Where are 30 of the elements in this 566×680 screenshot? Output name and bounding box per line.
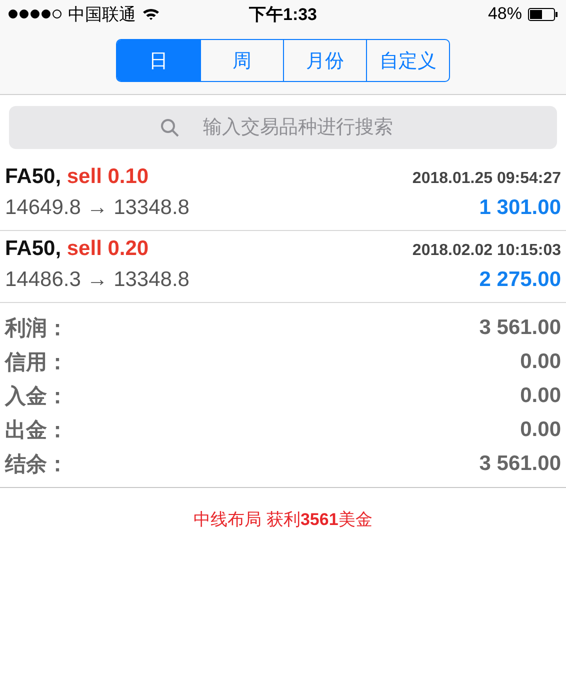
summary-value: 3 561.00 (479, 316, 561, 340)
deal-title: FA50, sell 0.20 (5, 237, 149, 261)
deal-profit: 2 275.00 (479, 268, 561, 292)
battery-icon (528, 8, 558, 20)
deal-profit: 1 301.00 (479, 196, 561, 220)
summary-value: 0.00 (520, 384, 561, 408)
caption-text: 中线布局 获利3561美金 (194, 510, 372, 529)
deal-prices: 14486.3 → 13348.8 (5, 268, 190, 292)
deal-time: 2018.02.02 10:15:03 (412, 242, 561, 260)
deal-time: 2018.01.25 09:54:27 (412, 170, 561, 188)
search-field[interactable]: 输入交易品种进行搜索 (9, 106, 557, 149)
summary-label: 信用： (5, 350, 68, 376)
summary-value: 3 561.00 (479, 452, 561, 476)
signal-icon (8, 9, 62, 19)
deal-title: FA50, sell 0.10 (5, 165, 149, 189)
period-tab[interactable]: 日 (117, 40, 200, 81)
summary-label: 出金： (5, 418, 68, 444)
battery-percent: 48% (488, 4, 522, 24)
period-tab[interactable]: 月份 (283, 40, 366, 81)
summary-label: 结余： (5, 452, 68, 478)
summary-label: 利润： (5, 316, 68, 342)
summary-value: 0.00 (520, 418, 561, 442)
clock-time: 下午1:33 (248, 4, 318, 26)
period-tab[interactable]: 周 (200, 40, 283, 81)
summary-label: 入金： (5, 384, 68, 410)
carrier-name: 中国联通 (68, 4, 136, 26)
summary-value: 0.00 (520, 350, 561, 374)
wifi-icon (142, 7, 160, 21)
period-tab[interactable]: 自定义 (366, 40, 449, 81)
deal-prices: 14649.8 → 13348.8 (5, 196, 190, 220)
